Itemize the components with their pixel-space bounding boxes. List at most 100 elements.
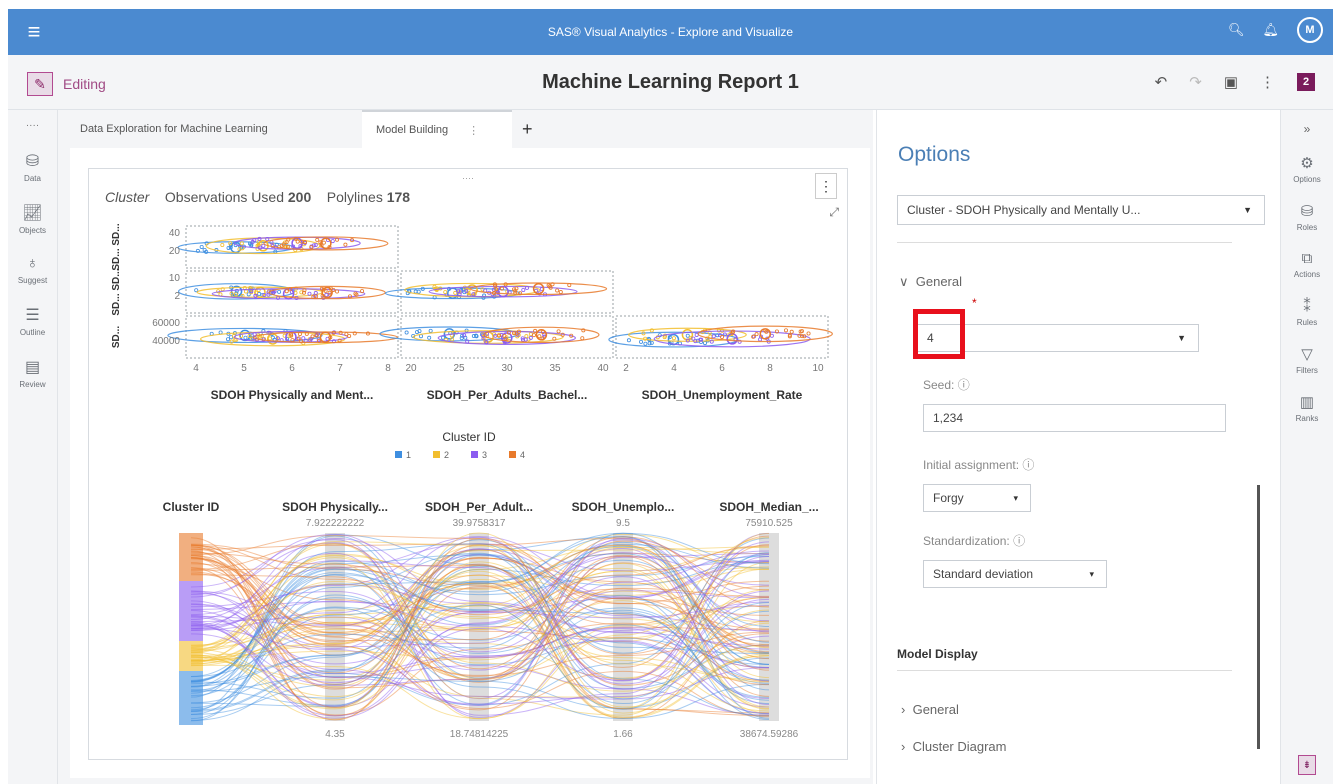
rnav-label: Ranks: [1295, 414, 1319, 423]
more-options-icon[interactable]: ⋮: [1260, 73, 1275, 91]
rnav-filters[interactable]: ▽ Filters: [1281, 345, 1333, 375]
actions-icon: ⧉: [1301, 250, 1313, 267]
y-tick-label: 40: [169, 228, 181, 239]
data-point: [441, 335, 446, 340]
parallel-axis-label: SDOH_Per_Adult...: [425, 500, 533, 514]
search-icon[interactable]: 🔍︎: [1228, 22, 1245, 38]
chart-icon: 📈︎: [22, 205, 43, 222]
nav-item-suggest[interactable]: ♁ Suggest: [8, 255, 57, 285]
y-tick-label: 60000: [152, 318, 180, 329]
app-title: SAS® Visual Analytics - Explore and Visu…: [547, 25, 794, 39]
nav-item-label: Review: [19, 380, 46, 389]
md-cluster-diagram-section[interactable]: › Cluster Diagram: [901, 739, 1007, 754]
cluster-id-segment: [179, 671, 203, 725]
cluster-visualization[interactable]: ···· Cluster Observations Used 200 Polyl…: [88, 168, 848, 760]
data-point: [702, 341, 707, 346]
data-point: [754, 332, 759, 337]
general-section-header[interactable]: ∨ General: [899, 274, 962, 290]
chevron-down-icon: ▼: [1243, 205, 1252, 215]
seed-input[interactable]: 1,234: [923, 404, 1226, 432]
data-point: [315, 237, 320, 242]
nav-item-data[interactable]: ⛁ Data: [8, 151, 57, 183]
x-tick-label: 6: [289, 363, 295, 374]
collapse-pane-icon[interactable]: »: [1281, 122, 1333, 136]
notification-bell-icon[interactable]: 🔔︎: [1262, 22, 1279, 38]
x-tick-label: 25: [453, 363, 465, 374]
rnav-label: Actions: [1293, 270, 1321, 279]
x-axis-label: SDOH Physically and Ment...: [211, 388, 374, 402]
data-point: [321, 240, 326, 245]
pin-icon[interactable]: ⇟: [1298, 755, 1316, 775]
nav-item-label: Data: [24, 174, 41, 183]
nav-item-label: Objects: [18, 226, 47, 235]
nav-item-label: Outline: [19, 328, 46, 337]
legend-label: 1: [406, 450, 411, 460]
legend-label: 2: [444, 450, 449, 460]
y-tick-label: 10: [169, 273, 181, 284]
save-icon[interactable]: ▣: [1224, 73, 1238, 91]
object-select-value: Cluster - SDOH Physically and Mentally U…: [907, 203, 1141, 217]
data-point: [671, 336, 676, 341]
data-point: [324, 292, 329, 297]
tab-model-building[interactable]: Model Building ⋮: [362, 110, 512, 148]
x-tick-label: 6: [719, 363, 725, 374]
hamburger-menu-icon[interactable]: ≡: [8, 9, 60, 55]
md-general-section[interactable]: › General: [901, 702, 959, 717]
redo-icon[interactable]: ↷: [1189, 73, 1202, 91]
data-point: [626, 338, 631, 343]
avatar[interactable]: M: [1297, 17, 1323, 43]
rnav-options[interactable]: ⚙ Options: [1281, 154, 1333, 184]
editing-label: Editing: [63, 76, 106, 92]
add-tab-icon[interactable]: +: [522, 110, 533, 148]
report-header: ✎ Editing Machine Learning Report 1 ↶ ↷ …: [8, 55, 1333, 110]
nav-dots-icon[interactable]: ····: [8, 120, 57, 131]
rnav-label: Roles: [1296, 223, 1318, 232]
legend-label: 3: [482, 450, 487, 460]
tab-more-icon[interactable]: ⋮: [468, 124, 479, 137]
nav-item-review[interactable]: ▤ Review: [8, 357, 57, 389]
legend-swatch: [509, 451, 516, 458]
x-tick-label: 30: [501, 363, 513, 374]
axis-max-label: 9.5: [616, 518, 630, 529]
legend-swatch: [395, 451, 402, 458]
rnav-rules[interactable]: ⁑ Rules: [1281, 297, 1333, 327]
standardization-label: Standardization: ⓘ: [923, 534, 1026, 548]
x-tick-label: 8: [767, 363, 773, 374]
object-select[interactable]: Cluster - SDOH Physically and Mentally U…: [897, 195, 1265, 225]
undo-icon[interactable]: ↶: [1155, 73, 1168, 91]
left-nav: ···· ⛁ Data 📈︎ Objects ♁ Suggest ☰ Outli…: [8, 110, 58, 784]
data-point: [720, 335, 725, 340]
ranks-icon: ▥: [1299, 394, 1315, 411]
rnav-ranks[interactable]: ▥ Ranks: [1281, 393, 1333, 423]
data-point: [580, 336, 585, 341]
initial-assignment-select[interactable]: Forgy ▾: [923, 484, 1031, 512]
scrollbar[interactable]: [1257, 485, 1260, 749]
data-point: [556, 329, 561, 334]
data-point: [558, 290, 563, 295]
rnav-actions[interactable]: ⧉ Actions: [1281, 250, 1333, 279]
rnav-roles[interactable]: ⛁ Roles: [1281, 202, 1333, 232]
standardization-value: Standard deviation: [933, 567, 1034, 581]
data-point: [537, 334, 542, 339]
edit-pencil-icon[interactable]: ✎: [27, 72, 53, 96]
y-axis-label: SD...: [111, 326, 122, 348]
axis-min-label: 18.74814225: [450, 729, 509, 740]
data-point: [555, 288, 560, 293]
tab-data-exploration[interactable]: Data Exploration for Machine Learning: [80, 110, 268, 148]
filter-icon: ▽: [1301, 346, 1313, 363]
highlight-box: [913, 309, 965, 359]
nav-item-outline[interactable]: ☰ Outline: [8, 305, 57, 337]
x-tick-label: 5: [241, 363, 247, 374]
axis-min-label: 38674.59286: [740, 729, 799, 740]
chevron-down-icon: ▾: [1013, 492, 1018, 503]
standardization-select[interactable]: Standard deviation ▾: [923, 560, 1107, 588]
tab-label: Model Building: [376, 124, 449, 136]
page-badge[interactable]: 2: [1297, 73, 1315, 91]
chevron-down-icon: ▾: [1089, 568, 1094, 579]
matrix-cell: [615, 315, 829, 359]
legend-swatch: [471, 451, 478, 458]
data-point: [226, 245, 231, 250]
data-point: [330, 239, 335, 244]
data-point: [277, 289, 282, 294]
nav-item-objects[interactable]: 📈︎ Objects: [8, 203, 57, 235]
